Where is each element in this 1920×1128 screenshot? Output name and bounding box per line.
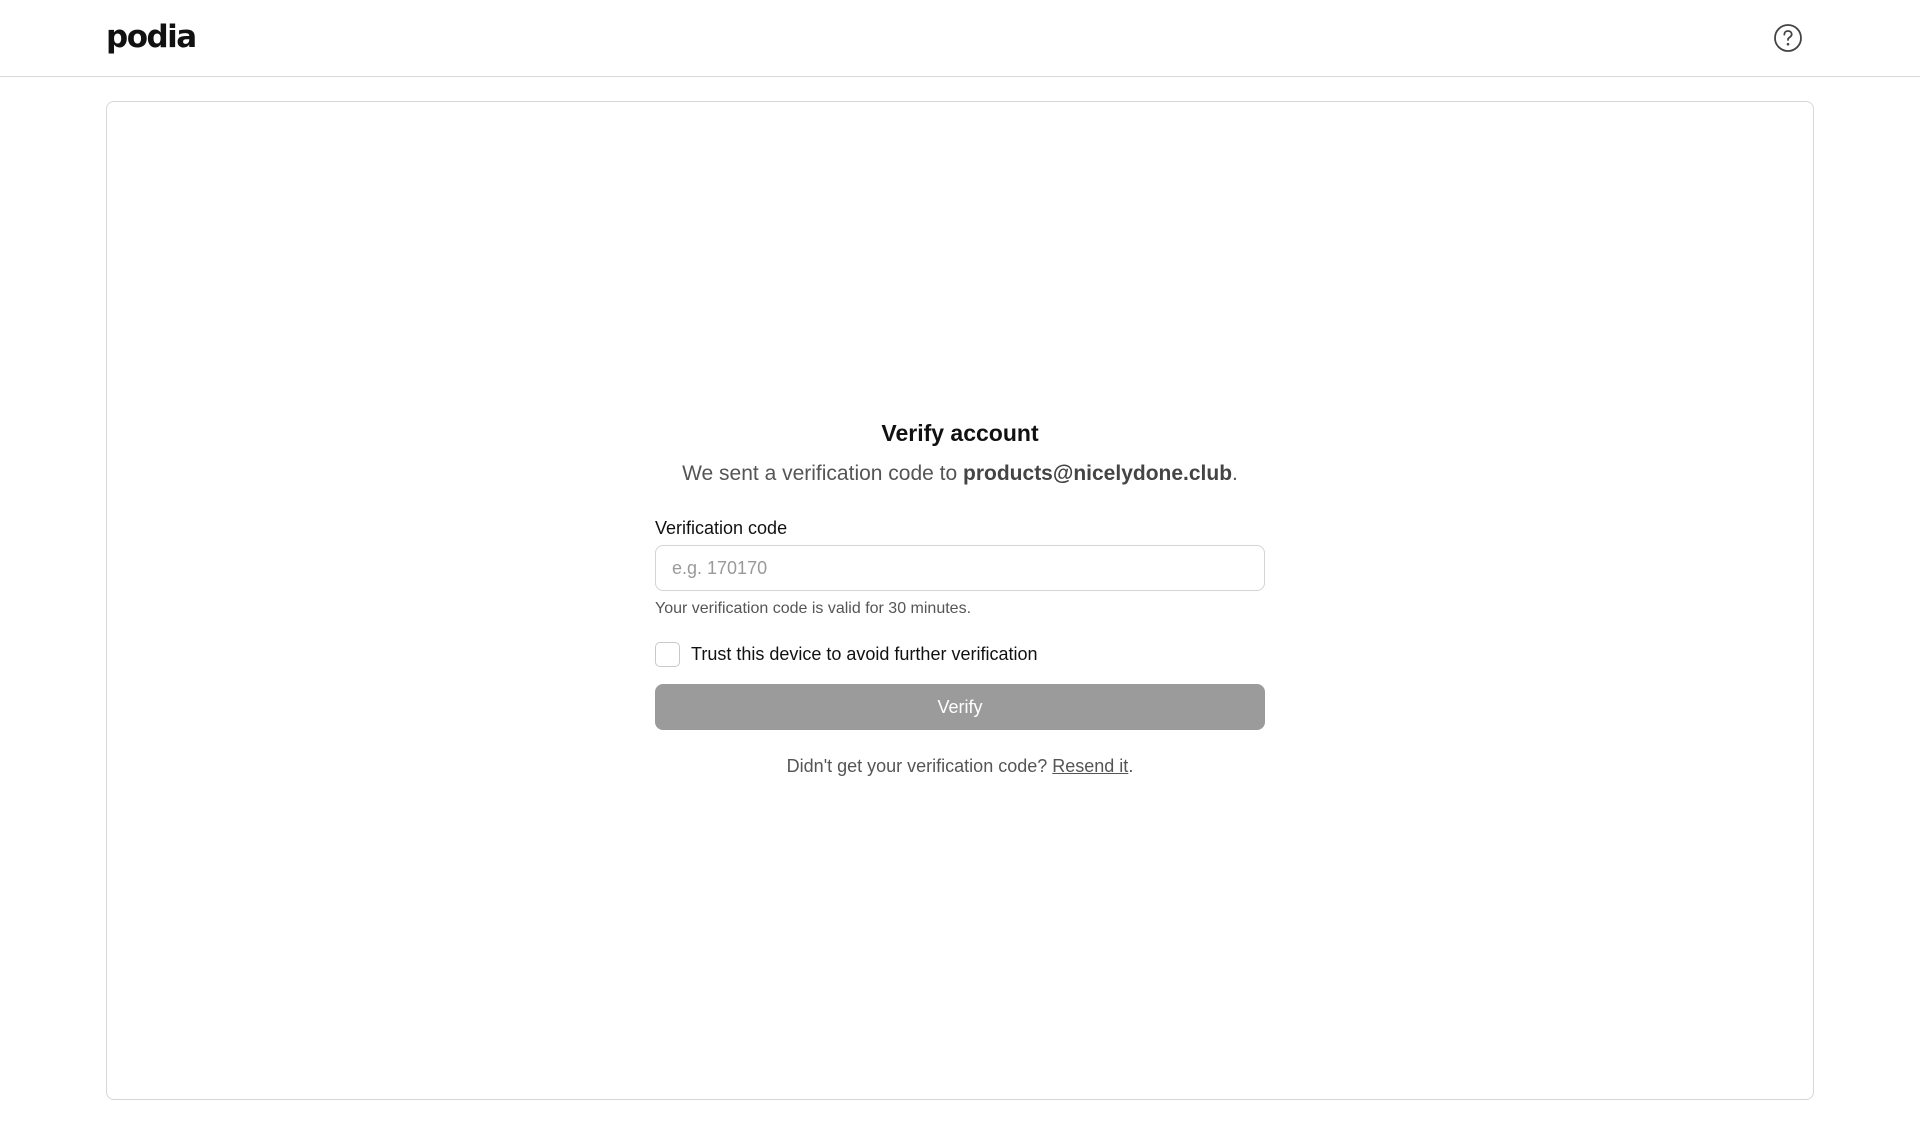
trust-device-label[interactable]: Trust this device to avoid further verif… <box>691 643 1037 665</box>
subtitle-suffix: . <box>1232 462 1238 485</box>
resend-suffix: . <box>1128 756 1134 776</box>
help-button[interactable] <box>1773 23 1803 53</box>
verification-code-label: Verification code <box>655 518 788 538</box>
verification-code-input[interactable] <box>655 545 1265 591</box>
question-circle-icon <box>1774 24 1802 52</box>
top-bar: podia <box>0 0 1920 77</box>
resend-prefix: Didn't get your verification code? <box>786 756 1053 776</box>
trust-device-option[interactable]: Trust this device to avoid further verif… <box>655 641 1265 667</box>
verify-button[interactable]: Verify <box>655 684 1265 730</box>
recipient-email: products@nicelydone.club <box>963 462 1233 485</box>
subtitle-prefix: We sent a verification code to <box>682 462 964 485</box>
code-validity-hint: Your verification code is valid for 30 m… <box>655 600 972 617</box>
resend-prompt: Didn't get your verification code? Resen… <box>655 754 1265 778</box>
resend-link[interactable]: Resend it <box>1052 756 1128 776</box>
verify-form: Verify account We sent a verification co… <box>655 415 1265 778</box>
podia-logo[interactable]: podia <box>106 18 197 56</box>
page-title: Verify account <box>881 420 1039 446</box>
verification-subtitle: We sent a verification code to products@… <box>655 458 1265 490</box>
trust-device-checkbox[interactable] <box>655 641 680 667</box>
